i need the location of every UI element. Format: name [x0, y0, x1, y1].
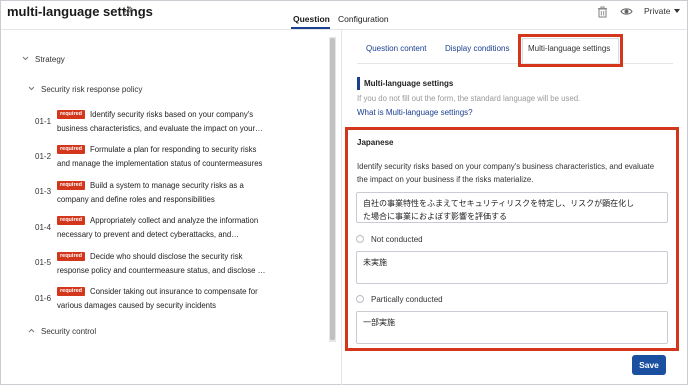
- required-badge: required: [57, 252, 86, 261]
- item-text: Decide who should disclose the security …: [90, 252, 243, 261]
- item-text: Consider taking out insurance to compens…: [90, 287, 258, 296]
- item-number: 01-3: [35, 187, 52, 196]
- header-divider: [1, 29, 687, 30]
- question-description: the impact on your business if the risks…: [357, 175, 534, 184]
- highlight-box: [518, 34, 623, 67]
- option-label: Partically conducted: [371, 295, 443, 304]
- help-link[interactable]: What is Multi-language settings?: [357, 108, 473, 117]
- item-text: various damages caused by security incid…: [57, 301, 217, 310]
- option-radio[interactable]: [356, 295, 364, 303]
- subtab-divider: [357, 63, 673, 64]
- item-text: Identify security risks based on your co…: [90, 110, 254, 119]
- item-text: Build a system to manage security risks …: [90, 181, 244, 190]
- tree-root-strategy[interactable]: Strategy: [35, 55, 65, 64]
- item-text: business characteristics, and evaluate t…: [57, 124, 263, 133]
- option-label: Not conducted: [371, 235, 423, 244]
- item-number: 01-2: [35, 152, 52, 161]
- item-text: company and define roles and responsibil…: [57, 195, 215, 204]
- scrollbar-thumb[interactable]: [330, 38, 335, 340]
- required-badge: required: [57, 145, 86, 154]
- item-number: 01-1: [35, 117, 52, 126]
- item-number: 01-4: [35, 223, 52, 232]
- item-number: 01-5: [35, 258, 52, 267]
- tree-group-risk-policy[interactable]: Security risk response policy: [41, 85, 142, 94]
- language-title: Japanese: [357, 138, 394, 147]
- item-text: and manage the implementation status of …: [57, 159, 263, 168]
- item-text: response policy and countermeasure statu…: [57, 266, 266, 275]
- required-badge: required: [57, 287, 86, 296]
- option-translation-input[interactable]: 未実施: [356, 251, 668, 284]
- tab-configuration[interactable]: Configuration: [338, 14, 389, 24]
- section-hint: If you do not fill out the form, the sta…: [357, 94, 581, 103]
- pencil-icon[interactable]: [122, 5, 134, 17]
- section-title: Multi-language settings: [364, 79, 454, 88]
- panel-divider: [341, 30, 342, 385]
- visibility-dropdown[interactable]: Private: [644, 6, 670, 16]
- item-text: necessary to prevent and detect cyberatt…: [57, 230, 240, 239]
- section-accent-bar: [357, 77, 360, 90]
- save-button[interactable]: Save: [632, 355, 666, 375]
- item-text: Formulate a plan for responding to secur…: [90, 145, 257, 154]
- tree-group-security-control[interactable]: Security control: [41, 327, 96, 336]
- tab-question[interactable]: Question: [293, 14, 330, 24]
- tab-display-conditions[interactable]: Display conditions: [445, 44, 509, 53]
- chevron-up-icon[interactable]: [28, 327, 35, 334]
- required-badge: required: [57, 216, 86, 225]
- caret-down-icon[interactable]: [674, 9, 680, 13]
- option-radio[interactable]: [356, 235, 364, 243]
- trash-icon[interactable]: [596, 5, 609, 18]
- required-badge: required: [57, 110, 86, 119]
- question-translation-input[interactable]: 自社の事業特性をふまえてセキュリティリスクを特定し、リスクが顕在化し た場合に事…: [356, 192, 668, 223]
- item-text: Appropriately collect and analyze the in…: [90, 216, 259, 225]
- tab-question-content[interactable]: Question content: [366, 44, 426, 53]
- chevron-down-icon[interactable]: [22, 55, 29, 62]
- app-window: multi-language settings Question Configu…: [0, 0, 688, 385]
- item-number: 01-6: [35, 294, 52, 303]
- header: multi-language settings Question Configu…: [1, 1, 687, 29]
- question-description: Identify security risks based on your co…: [357, 162, 655, 171]
- option-translation-input[interactable]: 一部実施: [356, 311, 668, 344]
- chevron-down-icon[interactable]: [28, 85, 35, 92]
- eye-icon[interactable]: [620, 5, 633, 18]
- required-badge: required: [57, 181, 86, 190]
